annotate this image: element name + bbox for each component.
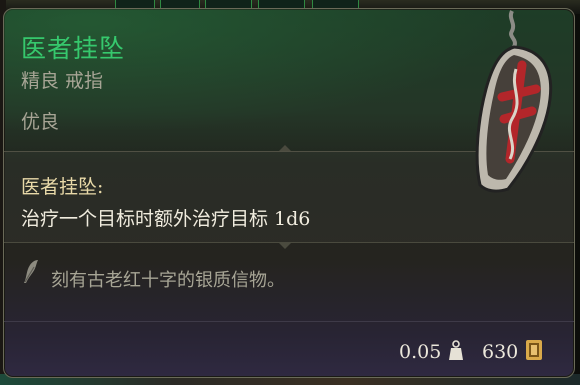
weight-icon bbox=[449, 340, 463, 360]
item-rarity: 优良 bbox=[21, 111, 60, 133]
item-tooltip: 医者挂坠 精良 戒指 优良 医者挂坠: 治疗一个目标时额外治疗目标 1d6 刻有… bbox=[3, 8, 575, 378]
passive-description: 治疗一个目标时额外治疗目标 1d6 bbox=[21, 208, 311, 230]
flavor-text: 刻有古老红十字的银质信物。 bbox=[51, 270, 285, 291]
footer-divider bbox=[4, 321, 574, 322]
item-price: 630 bbox=[482, 341, 519, 363]
item-weight: 0.05 bbox=[399, 341, 442, 363]
gold-coin-icon bbox=[526, 340, 542, 360]
item-name: 医者挂坠 bbox=[21, 34, 126, 63]
pendant-item-image bbox=[475, 10, 553, 193]
passive-name: 医者挂坠: bbox=[21, 176, 104, 198]
divider-notch bbox=[279, 243, 291, 249]
item-type: 精良 戒指 bbox=[21, 70, 104, 92]
feather-icon bbox=[24, 260, 38, 283]
